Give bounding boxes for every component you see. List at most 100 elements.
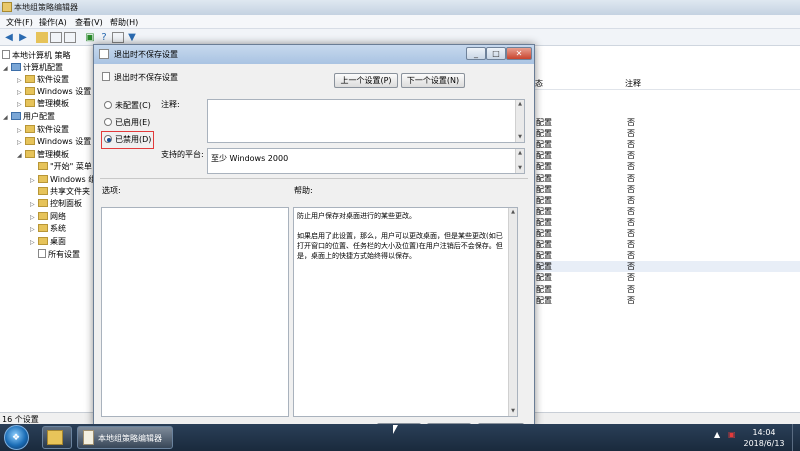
- expand-arrow-icon[interactable]: ▷: [30, 199, 38, 211]
- doc-icon: [99, 49, 109, 59]
- clock[interactable]: 14:04 2018/6/13: [742, 427, 786, 449]
- column-note-header[interactable]: 注释: [625, 78, 641, 89]
- scroll-down-icon[interactable]: ▼: [509, 407, 517, 416]
- help-icon[interactable]: ?: [98, 32, 110, 43]
- tree-item-admin-templates[interactable]: ▷ 管理模板: [17, 98, 69, 110]
- table-row[interactable]: 配置 否: [530, 195, 800, 206]
- row-note: 否: [627, 240, 635, 250]
- tree-item-computer-config[interactable]: ◢ 计算机配置: [3, 62, 63, 74]
- table-row[interactable]: 配置 否: [530, 150, 800, 161]
- table-row[interactable]: 配置 否: [530, 228, 800, 239]
- show-hide-tree-icon[interactable]: [50, 32, 62, 43]
- table-row[interactable]: 配置 否: [530, 250, 800, 261]
- table-row[interactable]: 配置 否: [530, 206, 800, 217]
- tray-arrow-icon[interactable]: ▲: [714, 430, 720, 439]
- radio-button[interactable]: [104, 118, 112, 126]
- platform-scrollbar[interactable]: ▲ ▼: [515, 149, 524, 173]
- back-arrow-icon[interactable]: ◀: [3, 32, 15, 43]
- scroll-up-icon[interactable]: ▲: [509, 208, 517, 217]
- menu-action[interactable]: 操作(A): [39, 17, 67, 28]
- table-row[interactable]: 配置 否: [530, 261, 800, 273]
- expand-arrow-icon[interactable]: ▷: [17, 137, 25, 149]
- tree-item-all-settings[interactable]: 所有设置: [38, 249, 80, 261]
- tree-item-start-menu[interactable]: "开始" 菜单: [30, 161, 92, 173]
- row-state: 配置: [536, 173, 552, 183]
- network-status-icon[interactable]: ▣: [728, 430, 736, 439]
- table-row[interactable]: 配置 否: [530, 217, 800, 228]
- tree-item-network[interactable]: ▷ 网络: [30, 211, 66, 223]
- radio-not-configured[interactable]: 未配置(C): [104, 100, 151, 112]
- scroll-down-icon[interactable]: ▼: [516, 133, 524, 142]
- main-titlebar[interactable]: 本地组策略编辑器: [0, 0, 800, 15]
- comment-scrollbar[interactable]: ▲ ▼: [515, 100, 524, 142]
- table-row[interactable]: 配置 否: [530, 128, 800, 139]
- settings-list[interactable]: 态 注释 配置否配置否配置否配置否配置否配置否配置否配置否配置否配置否配置否配置…: [530, 46, 800, 412]
- properties-icon[interactable]: [64, 32, 76, 43]
- column-state-header[interactable]: 态: [535, 78, 543, 89]
- minimize-button[interactable]: _: [466, 47, 486, 60]
- scroll-down-icon[interactable]: ▼: [516, 164, 524, 173]
- tree-item-windows-components[interactable]: ▷ Windows 组: [30, 174, 95, 186]
- up-folder-icon[interactable]: [36, 32, 48, 43]
- maximize-button[interactable]: □: [486, 47, 506, 60]
- show-desktop-button[interactable]: [792, 424, 800, 451]
- collapse-arrow-icon[interactable]: ◢: [3, 63, 11, 75]
- menu-file[interactable]: 文件(F): [6, 17, 33, 28]
- options-pane[interactable]: [101, 207, 289, 417]
- computer-icon: [11, 63, 21, 71]
- previous-setting-button[interactable]: 上一个设置(P): [334, 73, 398, 88]
- menu-help[interactable]: 帮助(H): [110, 17, 138, 28]
- tree-item-control-panel[interactable]: ▷ 控制面板: [30, 198, 82, 210]
- folder-icon: [25, 150, 35, 158]
- table-row[interactable]: 配置 否: [530, 173, 800, 184]
- table-row[interactable]: 配置 否: [530, 139, 800, 150]
- scroll-up-icon[interactable]: ▲: [516, 100, 524, 109]
- tree-item-shared-folders[interactable]: 共享文件夹: [30, 186, 90, 198]
- tree-item-system[interactable]: ▷ 系统: [30, 223, 66, 235]
- doc-icon: [102, 72, 110, 81]
- comment-textarea[interactable]: ▲ ▼: [207, 99, 525, 143]
- table-row[interactable]: 配置 否: [530, 272, 800, 283]
- scroll-up-icon[interactable]: ▲: [516, 149, 524, 158]
- close-button[interactable]: ✕: [506, 47, 532, 60]
- export-list-icon[interactable]: ▣: [84, 32, 96, 43]
- menu-view[interactable]: 查看(V): [75, 17, 103, 28]
- collapse-arrow-icon[interactable]: ◢: [3, 112, 11, 124]
- help-scrollbar[interactable]: ▲ ▼: [508, 208, 517, 416]
- tree-item-software-settings[interactable]: ▷ 软件设置: [17, 74, 69, 86]
- folder-icon: [25, 87, 35, 95]
- expand-arrow-icon[interactable]: ▷: [30, 224, 38, 236]
- expand-arrow-icon[interactable]: ▷: [17, 99, 25, 111]
- table-row[interactable]: 配置 否: [530, 239, 800, 250]
- filter-icon[interactable]: ▼: [126, 32, 138, 43]
- tree-item-desktop[interactable]: ▷ 桌面: [30, 236, 66, 248]
- taskbar-explorer-button[interactable]: [42, 426, 72, 449]
- dialog-titlebar[interactable]: 退出时不保存设置 _ □ ✕: [94, 45, 534, 64]
- expand-arrow-icon[interactable]: ▷: [30, 237, 38, 249]
- table-row[interactable]: 配置 否: [530, 295, 800, 306]
- start-button[interactable]: ❖: [4, 425, 29, 450]
- radio-enabled[interactable]: 已启用(E): [104, 117, 150, 129]
- table-row[interactable]: 配置 否: [530, 161, 800, 172]
- row-note: 否: [627, 173, 635, 183]
- table-row[interactable]: 配置 否: [530, 184, 800, 195]
- tree-item-user-software-settings[interactable]: ▷ 软件设置: [17, 124, 69, 136]
- policy-tree[interactable]: 本地计算机 策略 ◢ 计算机配置 ▷ 软件设置 ▷ Windows 设置 ▷ 管理模板 …: [0, 46, 96, 412]
- taskbar-gpedit-button[interactable]: 本地组策略编辑器: [77, 426, 173, 449]
- table-row[interactable]: 配置 否: [530, 284, 800, 295]
- help-pane[interactable]: 防止用户保存对桌面进行的某些更改。 如果启用了此设置，那么，用户可以更改桌面，但…: [293, 207, 518, 417]
- tree-item-windows-settings[interactable]: ▷ Windows 设置: [17, 86, 91, 98]
- tree-item-user-admin-templates[interactable]: ◢ 管理模板: [17, 149, 69, 161]
- collapse-arrow-icon[interactable]: ◢: [17, 150, 25, 162]
- next-setting-button[interactable]: 下一个设置(N): [401, 73, 465, 88]
- forward-arrow-icon[interactable]: ▶: [17, 32, 29, 43]
- mouse-cursor: [393, 425, 398, 434]
- radio-button[interactable]: [104, 101, 112, 109]
- tree-item-user-config[interactable]: ◢ 用户配置: [3, 111, 55, 123]
- row-state: 配置: [536, 251, 552, 261]
- tree-item-user-windows-settings[interactable]: ▷ Windows 设置: [17, 136, 91, 148]
- table-row[interactable]: 配置 否: [530, 117, 800, 128]
- view-icon[interactable]: [112, 32, 124, 43]
- row-state: 配置: [536, 295, 552, 305]
- tree-item-root[interactable]: 本地计算机 策略: [2, 50, 71, 62]
